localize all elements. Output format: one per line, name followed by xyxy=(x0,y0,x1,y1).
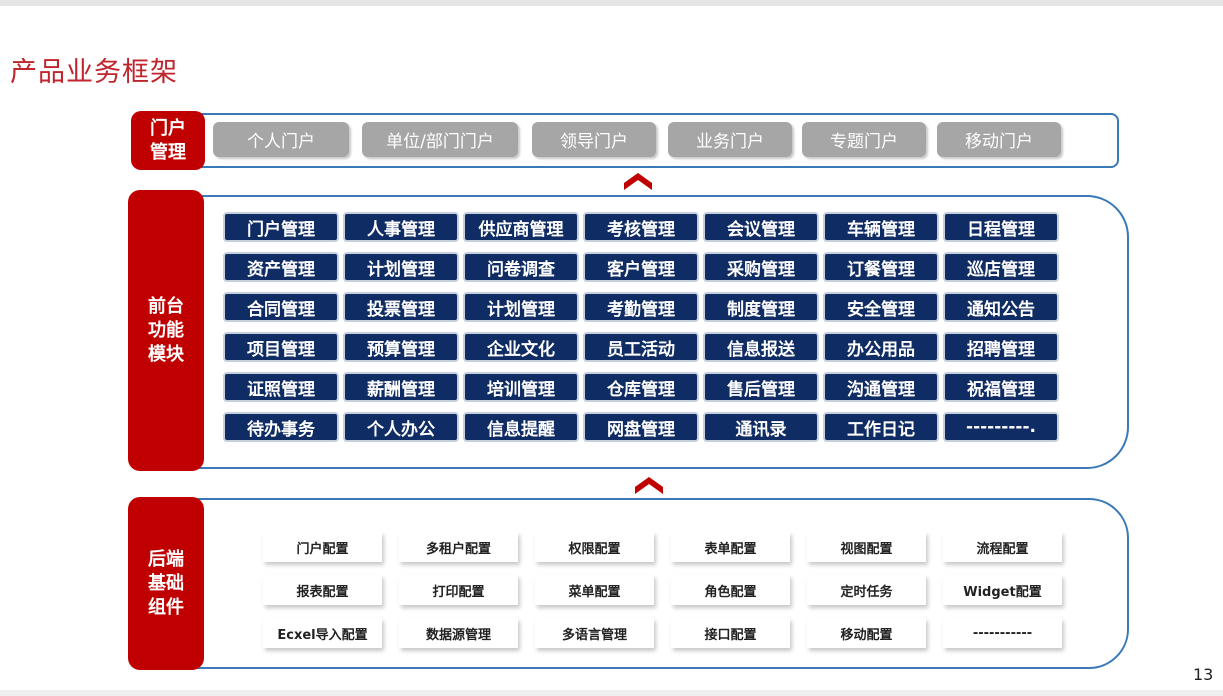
component-button[interactable]: 数据源管理 xyxy=(399,618,518,648)
module-button[interactable]: 供应商管理 xyxy=(463,212,579,242)
module-button[interactable]: 个人办公 xyxy=(343,412,459,442)
component-button[interactable]: 视图配置 xyxy=(807,532,926,562)
module-button[interactable]: 待办事务 xyxy=(223,412,339,442)
module-button[interactable]: 网盘管理 xyxy=(583,412,699,442)
portal-item[interactable]: 领导门户 xyxy=(532,122,656,157)
double-chevron-up-icon xyxy=(635,477,663,494)
module-button[interactable]: 培训管理 xyxy=(463,372,579,402)
module-button[interactable]: 合同管理 xyxy=(223,292,339,322)
module-button[interactable]: 门户管理 xyxy=(223,212,339,242)
module-button[interactable]: 日程管理 xyxy=(943,212,1059,242)
module-button[interactable]: 信息提醒 xyxy=(463,412,579,442)
module-button[interactable]: 投票管理 xyxy=(343,292,459,322)
module-button[interactable]: 人事管理 xyxy=(343,212,459,242)
component-button[interactable]: ----------- xyxy=(943,618,1062,648)
page-title: 产品业务框架 xyxy=(10,57,178,88)
module-button[interactable]: 考核管理 xyxy=(583,212,699,242)
backend-section-label: 后端 基础 组件 xyxy=(128,497,204,670)
module-button[interactable]: 客户管理 xyxy=(583,252,699,282)
front-modules-grid: 门户管理 人事管理 供应商管理 考核管理 会议管理 车辆管理 日程管理 资产管理… xyxy=(223,212,1059,442)
module-button[interactable]: 通讯录 xyxy=(703,412,819,442)
component-button[interactable]: 打印配置 xyxy=(399,575,518,605)
module-button[interactable]: 工作日记 xyxy=(823,412,939,442)
component-button[interactable]: Widget配置 xyxy=(943,575,1062,605)
component-button[interactable]: 角色配置 xyxy=(671,575,790,605)
component-button[interactable]: 报表配置 xyxy=(263,575,382,605)
module-button[interactable]: 车辆管理 xyxy=(823,212,939,242)
component-button[interactable]: 权限配置 xyxy=(535,532,654,562)
module-button[interactable]: 仓库管理 xyxy=(583,372,699,402)
module-button[interactable]: 安全管理 xyxy=(823,292,939,322)
portal-item[interactable]: 业务门户 xyxy=(668,122,792,157)
module-button[interactable]: 计划管理 xyxy=(343,252,459,282)
module-button[interactable]: 祝福管理 xyxy=(943,372,1059,402)
module-button[interactable]: 通知公告 xyxy=(943,292,1059,322)
component-button[interactable]: Ecxel导入配置 xyxy=(263,618,382,648)
portal-item[interactable]: 移动门户 xyxy=(937,122,1061,157)
page-number: 13 xyxy=(1193,665,1214,684)
backend-components-grid: 门户配置 多租户配置 权限配置 表单配置 视图配置 流程配置 报表配置 打印配置… xyxy=(263,532,1062,648)
component-button[interactable]: 多租户配置 xyxy=(399,532,518,562)
component-button[interactable]: 菜单配置 xyxy=(535,575,654,605)
portal-item[interactable]: 个人门户 xyxy=(213,122,349,157)
component-button[interactable]: 门户配置 xyxy=(263,532,382,562)
portal-item[interactable]: 专题门户 xyxy=(802,122,926,157)
module-button[interactable]: 办公用品 xyxy=(823,332,939,362)
module-button[interactable]: 计划管理 xyxy=(463,292,579,322)
module-button[interactable]: 巡店管理 xyxy=(943,252,1059,282)
module-button[interactable]: 招聘管理 xyxy=(943,332,1059,362)
component-button[interactable]: 流程配置 xyxy=(943,532,1062,562)
component-button[interactable]: 多语言管理 xyxy=(535,618,654,648)
top-border xyxy=(0,0,1223,6)
portal-item[interactable]: 单位/部门门户 xyxy=(362,122,518,157)
module-button[interactable]: 企业文化 xyxy=(463,332,579,362)
module-button[interactable]: 问卷调查 xyxy=(463,252,579,282)
component-button[interactable]: 接口配置 xyxy=(671,618,790,648)
module-button[interactable]: 证照管理 xyxy=(223,372,339,402)
module-button[interactable]: 售后管理 xyxy=(703,372,819,402)
module-button[interactable]: 考勤管理 xyxy=(583,292,699,322)
module-button[interactable]: ---------. xyxy=(943,412,1059,442)
module-button[interactable]: 薪酬管理 xyxy=(343,372,459,402)
module-button[interactable]: 沟通管理 xyxy=(823,372,939,402)
module-button[interactable]: 项目管理 xyxy=(223,332,339,362)
module-button[interactable]: 信息报送 xyxy=(703,332,819,362)
module-button[interactable]: 采购管理 xyxy=(703,252,819,282)
module-button[interactable]: 制度管理 xyxy=(703,292,819,322)
module-button[interactable]: 预算管理 xyxy=(343,332,459,362)
component-button[interactable]: 定时任务 xyxy=(807,575,926,605)
module-button[interactable]: 员工活动 xyxy=(583,332,699,362)
component-button[interactable]: 移动配置 xyxy=(807,618,926,648)
module-button[interactable]: 资产管理 xyxy=(223,252,339,282)
double-chevron-up-icon xyxy=(624,173,652,190)
portal-section-label: 门户 管理 xyxy=(131,111,205,170)
module-button[interactable]: 会议管理 xyxy=(703,212,819,242)
bottom-border xyxy=(0,690,1223,696)
component-button[interactable]: 表单配置 xyxy=(671,532,790,562)
module-button[interactable]: 订餐管理 xyxy=(823,252,939,282)
front-section-label: 前台 功能 模块 xyxy=(128,190,204,471)
